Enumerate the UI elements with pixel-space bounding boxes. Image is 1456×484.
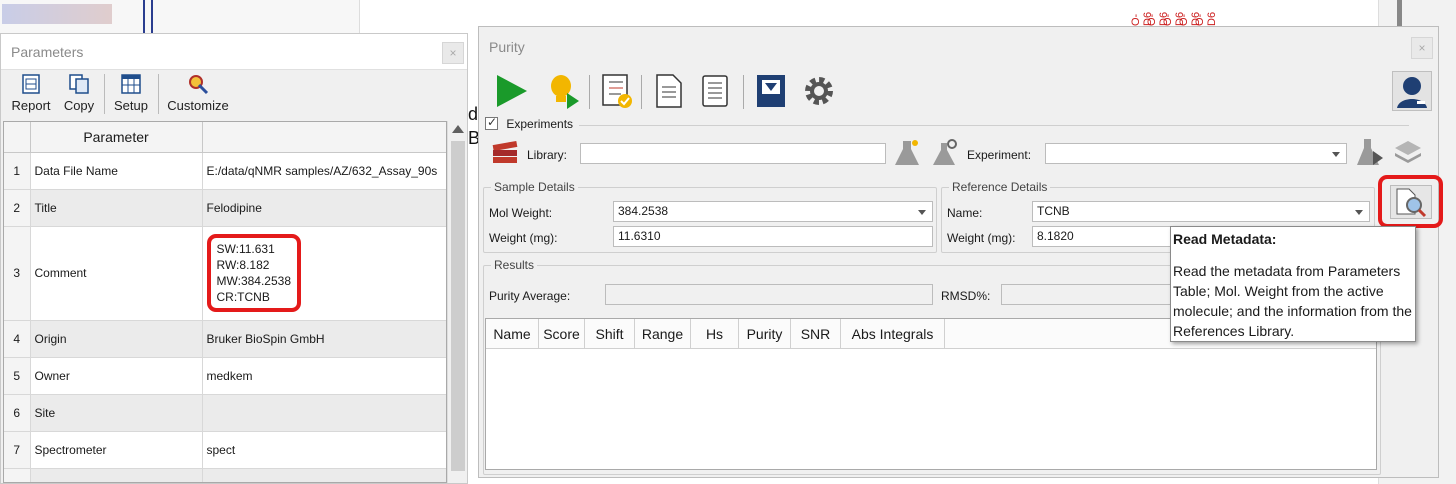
library-label: Library: [527, 148, 568, 162]
table-header-row: Parameter Va [4, 122, 446, 153]
sample-weight-label: Weight (mg): [489, 231, 558, 245]
value-column-header[interactable]: Va [202, 122, 446, 153]
column-range[interactable]: Range [635, 319, 691, 349]
table-row[interactable]: 3 Comment SW:11.631 RW:8.182 MW:384.2538… [4, 226, 446, 321]
library-books-icon [491, 139, 521, 165]
results-title: Results [491, 258, 538, 272]
lightbulb-run-icon[interactable] [545, 71, 585, 111]
reference-name-label: Name: [947, 206, 983, 220]
purity-toolbar [487, 71, 1427, 115]
experiment-label: Experiment: [967, 148, 1032, 162]
tooltip-body: Read the metadata from Parameters Table;… [1173, 263, 1412, 339]
read-metadata-highlight [1378, 175, 1443, 228]
column-name[interactable]: Name [486, 319, 539, 349]
experiment-dropdown[interactable] [1045, 143, 1347, 164]
purity-average-field [605, 284, 933, 305]
notes-icon[interactable] [695, 71, 735, 111]
parameters-title: Parameters [11, 44, 84, 60]
parameter-value[interactable]: spect [202, 431, 446, 469]
flask-sparkle-icon[interactable] [893, 137, 921, 167]
book-icon[interactable] [751, 71, 791, 111]
customize-icon [187, 73, 209, 95]
background-spectrum-labels: O-D6 O-D6 O-D6 O-D6 O-D6 [1130, 11, 1218, 26]
sample-details-title: Sample Details [491, 180, 578, 194]
read-metadata-tooltip: Read Metadata: Read the metadata from Pa… [1170, 226, 1416, 342]
parameters-window: Parameters × Report Copy Setup Customize… [0, 33, 468, 484]
run-icon[interactable] [491, 71, 531, 111]
parameters-titlebar: Parameters × [1, 34, 467, 70]
comment-highlight: SW:11.631 RW:8.182 MW:384.2538 CR:TCNB [206, 234, 301, 312]
reference-weight-label: Weight (mg): [947, 231, 1016, 245]
parameter-name: Owner [30, 357, 203, 395]
tooltip-title: Read Metadata: [1173, 231, 1277, 247]
row-number-header [4, 122, 31, 153]
checkbox-icon [485, 115, 498, 130]
setup-icon [120, 73, 142, 95]
scroll-thumb[interactable] [451, 141, 465, 471]
parameter-value[interactable]: medkem [202, 357, 446, 395]
experiments-divider [579, 125, 1409, 126]
parameter-name: Comment [30, 226, 203, 321]
parameters-toolbar: Report Copy Setup Customize [1, 71, 467, 117]
parameter-name: Data File Name [30, 152, 203, 190]
copy-icon [68, 73, 90, 95]
gear-icon[interactable] [799, 71, 839, 111]
purity-close-button[interactable]: × [1411, 37, 1433, 59]
reference-details-title: Reference Details [949, 180, 1051, 194]
column-shift[interactable]: Shift [585, 319, 635, 349]
parameters-table: Parameter Va 1 Data File Name E:/data/qN… [3, 121, 447, 483]
flask-gear-icon[interactable] [931, 137, 959, 167]
parameters-scrollbar[interactable] [447, 121, 467, 483]
column-abs-integrals[interactable]: Abs Integrals [841, 319, 945, 349]
parameter-value[interactable]: Bruker BioSpin GmbH [202, 320, 446, 358]
copy-button[interactable]: Copy [61, 73, 97, 113]
purity-title: Purity [489, 39, 525, 55]
flask-play-icon[interactable] [1355, 135, 1385, 169]
layers-icon[interactable] [1393, 137, 1423, 167]
column-purity[interactable]: Purity [739, 319, 791, 349]
report-icon [20, 73, 42, 95]
mol-weight-dropdown[interactable]: 384.2538 [613, 201, 933, 222]
purity-average-label: Purity Average: [489, 289, 571, 303]
parameter-column-header[interactable]: Parameter [30, 122, 203, 153]
stray-text-d: d [468, 104, 479, 124]
column-score[interactable]: Score [539, 319, 585, 349]
table-row[interactable]: 4 Origin Bruker BioSpin GmbH [4, 320, 446, 358]
parameter-name: Origin [30, 320, 203, 358]
report-button[interactable]: Report [9, 73, 53, 113]
column-hs[interactable]: Hs [691, 319, 739, 349]
parameter-value[interactable]: Felodipine [202, 189, 446, 227]
mol-weight-label: Mol Weight: [489, 206, 553, 220]
column-snr[interactable]: SNR [791, 319, 841, 349]
rmsd-label: RMSD%: [941, 289, 991, 303]
read-metadata-button[interactable] [1390, 185, 1432, 219]
checklist-icon[interactable] [597, 71, 637, 111]
parameter-name: Spectrometer [30, 431, 203, 469]
library-input[interactable] [580, 143, 886, 164]
parameter-name: Title [30, 189, 203, 227]
document-icon[interactable] [649, 71, 689, 111]
parameter-name: Site [30, 394, 203, 432]
background-spectrum [0, 0, 360, 34]
parameters-close-button[interactable]: × [442, 42, 464, 64]
table-row[interactable]: 1 Data File Name E:/data/qNMR samples/AZ… [4, 152, 446, 190]
table-row[interactable]: 2 Title Felodipine [4, 189, 446, 227]
reference-name-dropdown[interactable]: TCNB [1032, 201, 1370, 222]
table-row[interactable]: 7 Spectrometer spect [4, 431, 446, 469]
parameter-value[interactable] [202, 394, 446, 432]
scroll-up-arrow-icon[interactable] [452, 125, 464, 133]
sample-weight-input[interactable]: 11.6310 [613, 226, 933, 247]
table-row[interactable] [4, 468, 446, 482]
table-row[interactable]: 6 Site [4, 394, 446, 432]
table-row[interactable]: 5 Owner medkem [4, 357, 446, 395]
parameter-value[interactable]: E:/data/qNMR samples/AZ/632_Assay_90s [202, 152, 446, 190]
experiments-checkbox[interactable]: Experiments [485, 115, 573, 131]
customize-button[interactable]: Customize [165, 73, 231, 113]
user-avatar[interactable] [1392, 71, 1432, 111]
setup-button[interactable]: Setup [111, 73, 151, 113]
purity-titlebar: Purity × [479, 27, 1438, 67]
parameter-value[interactable]: SW:11.631 RW:8.182 MW:384.2538 CR:TCNB [202, 226, 446, 321]
